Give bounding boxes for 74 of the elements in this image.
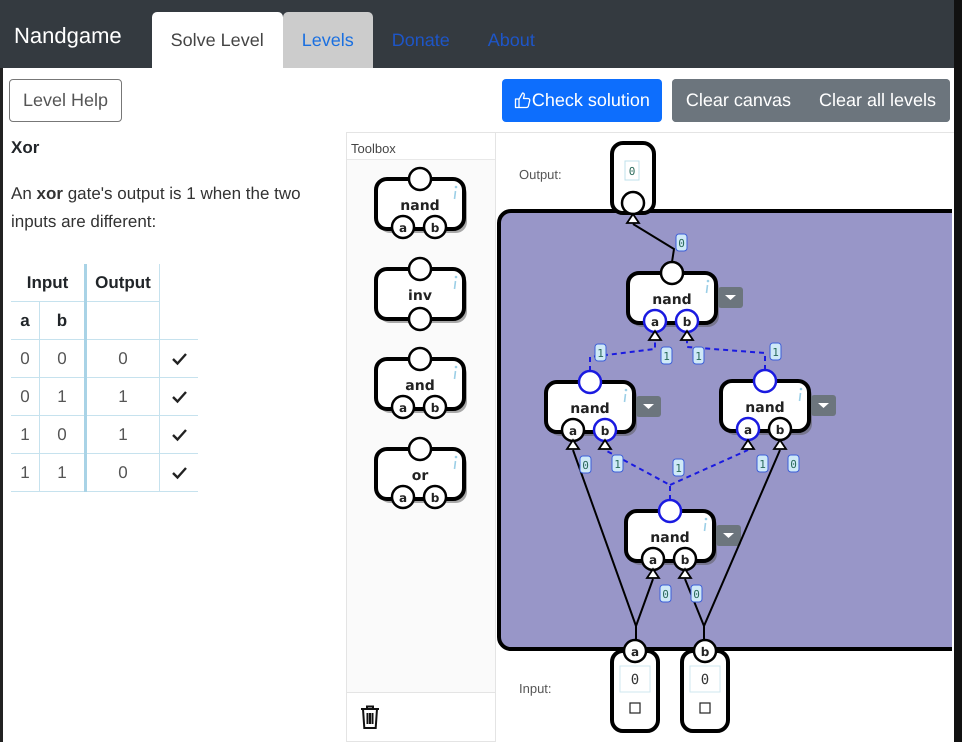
input-pin: a — [390, 394, 416, 420]
thumbs-up-icon — [514, 91, 531, 109]
column-header: b — [40, 302, 86, 340]
info-icon — [798, 388, 802, 402]
wire-value: 0 — [580, 456, 592, 474]
table-cell: 0 — [86, 340, 160, 378]
table-cell: 0 — [11, 340, 40, 378]
checkbox[interactable] — [699, 702, 711, 714]
output-pin — [408, 166, 432, 192]
input-pin — [408, 306, 432, 332]
dropdown-button[interactable] — [716, 525, 741, 546]
gate-label: nand — [400, 198, 440, 214]
wire-value: 1 — [756, 454, 768, 472]
table-cell: 0 — [40, 340, 86, 378]
value-field: 0 — [624, 160, 640, 180]
wire-value: 0 — [788, 454, 800, 472]
column-header: Input — [11, 264, 86, 302]
output-pin — [408, 436, 432, 462]
level-help-button[interactable]: Level Help — [9, 78, 122, 122]
table-cell: 1 — [86, 416, 160, 454]
gate-label: nand — [570, 401, 610, 417]
info-icon — [706, 280, 710, 294]
info-icon — [704, 518, 708, 532]
column-header: a — [11, 302, 40, 340]
table-cell: 1 — [11, 416, 40, 454]
brand-title: Nandgame — [14, 22, 122, 49]
table-cell: 1 — [40, 454, 86, 492]
level-description: An xor gate's output is 1 when the two inputs are different: — [11, 183, 302, 233]
input-pin: b — [422, 484, 448, 510]
output-label: Output: — [519, 167, 562, 182]
table-cell: 1 — [86, 378, 160, 416]
wire-value: 1 — [660, 346, 672, 364]
trash-icon[interactable] — [359, 704, 381, 730]
wire-value: 1 — [692, 346, 704, 364]
gate-label: nand — [745, 400, 785, 416]
info-icon — [454, 456, 458, 470]
output-pin: b — [692, 638, 718, 664]
nav-tab[interactable]: Solve Level — [152, 12, 283, 68]
gate-label: and — [405, 378, 435, 394]
gate-label: or — [412, 468, 428, 484]
value-field[interactable]: 0 — [620, 666, 650, 692]
input-pin: a — [390, 484, 416, 510]
info-icon — [454, 276, 458, 290]
info-icon — [624, 388, 628, 402]
wire-value: 0 — [660, 584, 672, 602]
checkbox[interactable] — [629, 702, 641, 714]
wire-value: 1 — [672, 458, 684, 476]
check-solution-button[interactable]: Check solution — [502, 78, 662, 122]
input-pin: b — [422, 214, 448, 240]
output-pin — [408, 346, 432, 372]
gate-label: inv — [408, 288, 432, 304]
gate-label: nand — [650, 530, 690, 546]
info-icon — [454, 186, 458, 200]
wire-value: 0 — [676, 234, 688, 252]
input-pin: a — [390, 214, 416, 240]
input-label: Input: — [519, 681, 552, 696]
gate-label: nand — [652, 292, 692, 308]
column-header: Output — [86, 264, 160, 302]
wire-value: 1 — [594, 344, 606, 362]
level-title: Xor — [11, 138, 40, 158]
value-field[interactable]: 0 — [690, 666, 720, 692]
table-cell: 1 — [40, 378, 86, 416]
output-pin: a — [622, 638, 648, 664]
info-icon — [454, 366, 458, 380]
table-cell: 1 — [11, 454, 40, 492]
input-pin: b — [422, 394, 448, 420]
table-cell: 0 — [11, 378, 40, 416]
nav-tab[interactable]: Levels — [282, 12, 373, 68]
output-pin — [408, 256, 432, 282]
table-cell: 0 — [40, 416, 86, 454]
wire-value: 0 — [690, 584, 702, 602]
table-cell: 0 — [86, 454, 160, 492]
wire-value: 1 — [612, 454, 624, 472]
wire-value: 1 — [770, 342, 782, 360]
